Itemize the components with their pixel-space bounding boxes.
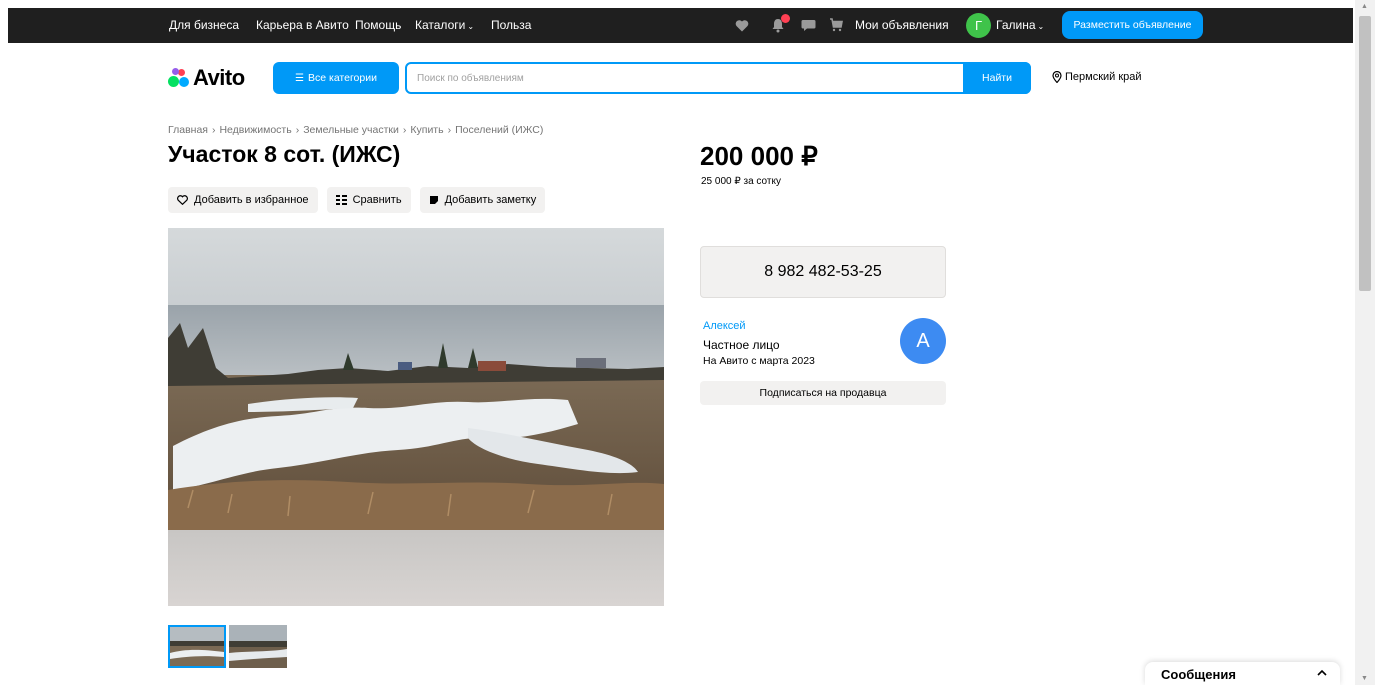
listing-actions: Добавить в избранное Сравнить Добавить з… bbox=[168, 187, 546, 213]
search-bar: Найти bbox=[405, 62, 1031, 94]
nav-link-help[interactable]: Помощь bbox=[355, 18, 401, 32]
seller-avatar[interactable]: А bbox=[900, 318, 946, 364]
seller-since: На Авито с марта 2023 bbox=[703, 355, 815, 367]
nav-link-catalogs-label: Каталоги bbox=[415, 18, 466, 32]
location-pin-icon bbox=[1052, 71, 1062, 83]
price-per-sotka: 25 000 ₽ за сотку bbox=[701, 176, 781, 187]
listing-price: 200 000 ₽ bbox=[700, 141, 818, 171]
favorites-heart-icon[interactable] bbox=[734, 17, 750, 33]
photo-thumbnail-2[interactable] bbox=[229, 625, 287, 668]
add-to-favorites-button[interactable]: Добавить в избранное bbox=[168, 187, 318, 213]
heart-outline-icon bbox=[177, 195, 188, 205]
messages-label: Сообщения bbox=[1161, 667, 1236, 682]
photo-thumbnail-1[interactable] bbox=[168, 625, 226, 668]
post-ad-button[interactable]: Разместить объявление bbox=[1062, 11, 1203, 39]
logo-text: Avito bbox=[193, 65, 245, 90]
add-to-favorites-label: Добавить в избранное bbox=[194, 194, 309, 206]
listing-main-photo[interactable] bbox=[168, 228, 664, 606]
region-selector[interactable]: Пермский край bbox=[1052, 71, 1142, 83]
all-categories-button[interactable]: ☰ Все категории bbox=[273, 62, 399, 94]
all-categories-label: Все категории bbox=[307, 72, 377, 84]
notifications-bell-icon[interactable] bbox=[770, 14, 790, 33]
user-name: Галина bbox=[996, 18, 1036, 32]
user-menu[interactable]: Галина ⌄ bbox=[996, 18, 1044, 32]
page-scrollbar[interactable]: ▲ ▼ bbox=[1355, 0, 1375, 685]
breadcrumb-separator-icon: › bbox=[211, 124, 216, 136]
top-nav-bar: Для бизнеса Карьера в Авито Помощь Катал… bbox=[8, 8, 1353, 43]
region-label: Пермский край bbox=[1065, 71, 1142, 83]
search-input[interactable] bbox=[417, 70, 957, 86]
cart-icon[interactable] bbox=[828, 17, 844, 33]
nav-link-benefit[interactable]: Польза bbox=[491, 18, 531, 32]
note-icon bbox=[429, 196, 438, 204]
messages-widget[interactable]: Сообщения bbox=[1145, 662, 1340, 685]
compare-label: Сравнить bbox=[352, 194, 402, 206]
messages-chat-icon[interactable] bbox=[800, 17, 816, 33]
breadcrumb-separator-icon: › bbox=[447, 124, 452, 136]
search-submit-button[interactable]: Найти bbox=[963, 62, 1031, 94]
breadcrumb-buy[interactable]: Купить bbox=[410, 124, 443, 136]
breadcrumb-separator-icon: › bbox=[402, 124, 407, 136]
my-ads-link[interactable]: Мои объявления bbox=[855, 18, 949, 32]
breadcrumb-home[interactable]: Главная bbox=[168, 124, 208, 136]
breadcrumb-settlements[interactable]: Поселений (ИЖС) bbox=[455, 124, 543, 136]
breadcrumb-separator-icon: › bbox=[295, 124, 300, 136]
user-avatar[interactable]: Г bbox=[966, 13, 991, 38]
nav-link-catalogs[interactable]: Каталоги ⌄ bbox=[415, 18, 474, 32]
notification-badge bbox=[781, 14, 790, 23]
breadcrumb: Главная › Недвижимость › Земельные участ… bbox=[168, 124, 543, 136]
scroll-up-arrow-icon[interactable]: ▲ bbox=[1361, 3, 1368, 10]
chevron-up-icon[interactable] bbox=[1316, 666, 1328, 684]
chevron-down-icon: ⌄ bbox=[1037, 22, 1045, 31]
add-note-label: Добавить заметку bbox=[444, 194, 537, 206]
seller-name-link[interactable]: Алексей bbox=[703, 320, 746, 332]
breadcrumb-real-estate[interactable]: Недвижимость bbox=[219, 124, 291, 136]
show-phone-button[interactable]: 8 982 482-53-25 bbox=[700, 246, 946, 298]
breadcrumb-land-plots[interactable]: Земельные участки bbox=[303, 124, 399, 136]
seller-type: Частное лицо bbox=[703, 338, 780, 352]
subscribe-seller-button[interactable]: Подписаться на продавца bbox=[700, 381, 946, 405]
add-note-button[interactable]: Добавить заметку bbox=[419, 187, 546, 213]
scrollbar-thumb[interactable] bbox=[1359, 16, 1371, 291]
avito-logo-dots-icon bbox=[168, 67, 190, 89]
photo-thumbnails bbox=[168, 625, 287, 668]
listing-title: Участок 8 сот. (ИЖС) bbox=[168, 141, 401, 167]
nav-link-career[interactable]: Карьера в Авито bbox=[256, 18, 349, 32]
compare-button[interactable]: Сравнить bbox=[326, 187, 411, 213]
chevron-down-icon: ⌄ bbox=[467, 22, 475, 31]
compare-icon bbox=[335, 195, 347, 205]
avito-logo[interactable]: Avito bbox=[168, 63, 245, 93]
categories-menu-search-icon: ☰ bbox=[295, 72, 304, 84]
scroll-down-arrow-icon[interactable]: ▼ bbox=[1361, 675, 1368, 682]
nav-link-business[interactable]: Для бизнеса bbox=[169, 18, 239, 32]
